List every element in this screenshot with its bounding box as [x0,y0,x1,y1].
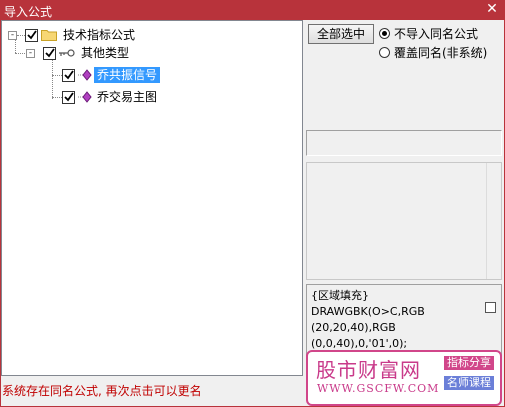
watermark-badge-share: 指标分享 [444,356,494,370]
checkmark-icon [63,92,74,102]
tree-checkbox-item[interactable] [62,90,75,104]
description-panel [306,162,502,280]
watermark-badge-course: 名师课程 [444,376,494,390]
close-icon[interactable]: ✕ [485,1,499,17]
site-watermark: 股市财富网 WWW.GSCFW.COM 指标分享 名师课程 [306,350,502,406]
tree-node-group[interactable]: - 其他类型 [26,44,132,62]
code-line: {区域填充} [311,289,369,302]
title-bar[interactable]: 导入公式 ✕ [0,0,505,20]
tree-checkbox-item[interactable] [62,68,75,82]
tree-checkbox-group[interactable] [43,46,56,60]
code-line: DRAWGBK(O>C,RGB [311,305,425,318]
import-formula-window: 导入公式 ✕ - 技术指标公式 - 其他类型 乔共振信号 乔交易主图 全部选中 … [0,0,505,407]
collapse-expander[interactable]: - [26,48,35,58]
window-title: 导入公式 [4,5,53,19]
dialog-client: - 技术指标公式 - 其他类型 乔共振信号 乔交易主图 全部选中 不导入同名公式… [1,20,504,406]
tree-checkbox-root[interactable] [25,28,38,42]
radio-label: 覆盖同名(非系统) [394,45,488,60]
watermark-site-name: 股市财富网 [316,358,421,382]
tree-label-item: 乔共振信号 [94,67,161,83]
radio-label: 不导入同名公式 [394,26,479,41]
radio-dot[interactable] [379,46,390,58]
tree-label-group: 其他类型 [81,46,130,60]
formula-diamond-icon [78,91,92,103]
tree-node-root[interactable]: - 技术指标公式 [8,26,138,44]
radio-skip-duplicate[interactable]: 不导入同名公式 [379,25,478,41]
scrollbar[interactable] [486,163,501,279]
collapse-expander[interactable]: - [8,30,17,40]
tree-line [52,59,53,99]
folder-icon [41,30,57,41]
tree-node-item[interactable]: 乔共振信号 [62,66,161,84]
tree-label-root: 技术指标公式 [63,28,136,42]
tree-node-item[interactable]: 乔交易主图 [62,88,160,106]
radio-overwrite[interactable]: 覆盖同名(非系统) [379,44,487,60]
checkmark-icon [44,48,55,58]
radio-dot-selected[interactable] [379,27,390,39]
checkmark-icon [26,30,37,40]
code-line: (20,20,40),RGB [311,321,396,334]
code-option-checkbox[interactable] [485,302,496,313]
status-message: 系统存在同名公式, 再次点击可以更名 [2,384,202,398]
info-field [306,130,502,156]
formula-diamond-icon [78,69,92,81]
tree-label-item: 乔交易主图 [97,90,158,104]
select-all-button[interactable]: 全部选中 [308,24,374,44]
formula-tree[interactable]: - 技术指标公式 - 其他类型 乔共振信号 乔交易主图 [1,20,303,376]
checkmark-icon [63,70,74,80]
watermark-url: WWW.GSCFW.COM [317,382,440,395]
key-icon [59,49,75,57]
